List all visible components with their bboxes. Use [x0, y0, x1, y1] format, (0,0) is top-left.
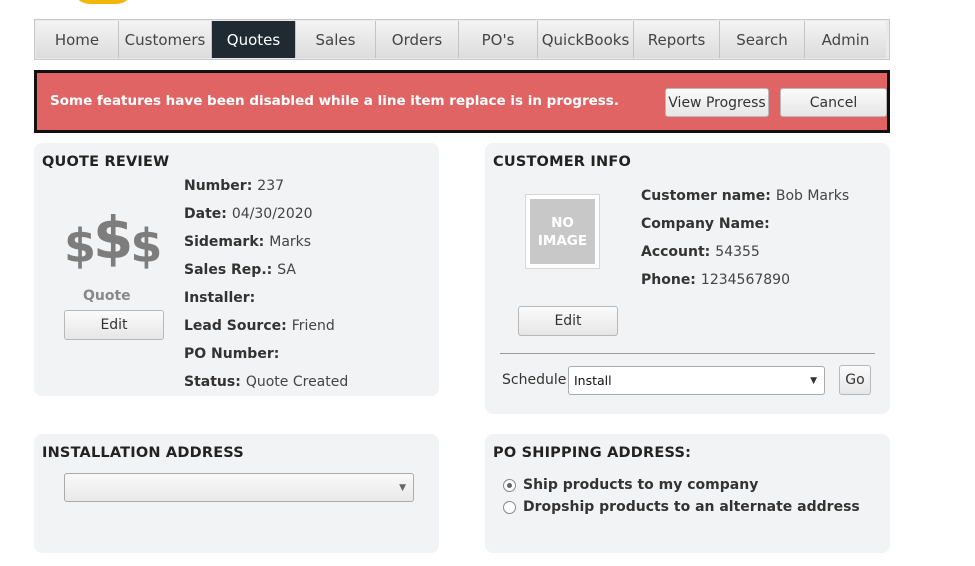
tab-sales[interactable]: Sales — [296, 21, 376, 58]
field-value: Quote Created — [245, 374, 349, 390]
customer-info-title: CUSTOMER INFO — [493, 154, 631, 170]
alert-message: Some features have been disabled while a… — [50, 93, 619, 109]
installation-address-panel: INSTALLATION ADDRESS ▼ — [34, 434, 439, 553]
field-label: Account: — [641, 244, 711, 260]
schedule-selected-value: Install — [574, 373, 612, 388]
customer-info-panel: CUSTOMER INFO NO IMAGE Edit Customer nam… — [485, 143, 890, 414]
field-value: 54355 — [715, 244, 760, 260]
field-label: Status: — [184, 374, 241, 390]
tab-home[interactable]: Home — [36, 21, 119, 58]
quote-installer-row: Installer: — [184, 290, 260, 306]
no-image-text: IMAGE — [537, 232, 588, 249]
po-shipping-address-panel: PO SHIPPING ADDRESS: Ship products to my… — [485, 434, 890, 553]
field-label: Lead Source: — [184, 318, 287, 334]
tab-search[interactable]: Search — [720, 21, 805, 58]
field-label: Phone: — [641, 272, 696, 288]
radio-label: Dropship products to an alternate addres… — [523, 499, 860, 515]
dropship-option[interactable]: Dropship products to an alternate addres… — [503, 499, 860, 515]
installation-address-title: INSTALLATION ADDRESS — [42, 445, 244, 461]
quote-icon: $$$ — [64, 204, 162, 273]
chevron-down-icon: ▼ — [810, 375, 817, 386]
quote-edit-button[interactable]: Edit — [64, 310, 164, 340]
radio-unselected-icon[interactable] — [503, 500, 516, 514]
no-image-text: NO — [551, 214, 574, 231]
divider — [500, 353, 875, 354]
field-label: Number: — [184, 178, 253, 194]
field-label: Date: — [184, 206, 227, 222]
installation-address-select[interactable]: ▼ — [64, 473, 414, 502]
quote-review-title: QUOTE REVIEW — [42, 154, 170, 170]
customer-edit-button[interactable]: Edit — [518, 306, 618, 336]
po-shipping-address-title: PO SHIPPING ADDRESS: — [493, 445, 692, 461]
field-value: 237 — [257, 178, 285, 194]
quote-date-row: Date: 04/30/2020 — [184, 206, 313, 222]
field-value: 1234567890 — [700, 272, 790, 288]
field-label: Installer: — [184, 290, 256, 306]
field-label: Sidemark: — [184, 234, 265, 250]
quote-status-row: Status: Quote Created — [184, 374, 348, 390]
tab-customers[interactable]: Customers — [119, 21, 212, 58]
radio-selected-icon[interactable] — [503, 478, 516, 492]
chevron-down-icon: ▼ — [399, 482, 406, 493]
quote-number-row: Number: 237 — [184, 178, 284, 194]
phone-row: Phone: 1234567890 — [641, 272, 790, 288]
logo — [72, 0, 134, 4]
quote-po-number-row: PO Number: — [184, 346, 284, 362]
radio-label: Ship products to my company — [523, 477, 759, 493]
no-image-placeholder: NO IMAGE — [530, 199, 595, 264]
schedule-select[interactable]: Install ▼ — [568, 366, 825, 395]
quote-sales-rep-row: Sales Rep.: SA — [184, 262, 296, 278]
field-value: Marks — [269, 234, 312, 250]
company-name-row: Company Name: — [641, 216, 775, 232]
main-nav: Home Customers Quotes Sales Orders PO's … — [34, 19, 890, 60]
field-value: 04/30/2020 — [231, 206, 313, 222]
tab-quotes[interactable]: Quotes — [212, 21, 296, 58]
ship-to-company-option[interactable]: Ship products to my company — [503, 477, 758, 493]
quote-lead-source-row: Lead Source: Friend — [184, 318, 335, 334]
cancel-button[interactable]: Cancel — [780, 88, 887, 117]
field-value: Bob Marks — [775, 188, 850, 204]
schedule-go-button[interactable]: Go — [839, 365, 871, 395]
account-row: Account: 54355 — [641, 244, 760, 260]
field-label: PO Number: — [184, 346, 280, 362]
field-value: Friend — [291, 318, 335, 334]
field-value: SA — [277, 262, 296, 278]
tab-quickbooks[interactable]: QuickBooks — [538, 21, 634, 58]
schedule-label-text: Schedule: — [502, 372, 572, 388]
tab-admin[interactable]: Admin — [805, 21, 886, 58]
field-label: Sales Rep.: — [184, 262, 273, 278]
tab-pos[interactable]: PO's — [459, 21, 538, 58]
field-label: Customer name: — [641, 188, 771, 204]
quote-sidemark-row: Sidemark: Marks — [184, 234, 311, 250]
tab-orders[interactable]: Orders — [376, 21, 459, 58]
field-label: Company Name: — [641, 216, 770, 232]
schedule-label: Schedule: — [502, 372, 571, 388]
quote-review-panel: QUOTE REVIEW $$$ Quote Edit Number: 237 D… — [34, 143, 439, 396]
progress-alert-banner: Some features have been disabled while a… — [34, 70, 890, 133]
customer-avatar: NO IMAGE — [525, 194, 600, 269]
customer-name-row: Customer name: Bob Marks — [641, 188, 849, 204]
view-progress-button[interactable]: View Progress — [665, 88, 769, 117]
tab-reports[interactable]: Reports — [634, 21, 720, 58]
quote-icon-label: Quote — [83, 288, 131, 304]
